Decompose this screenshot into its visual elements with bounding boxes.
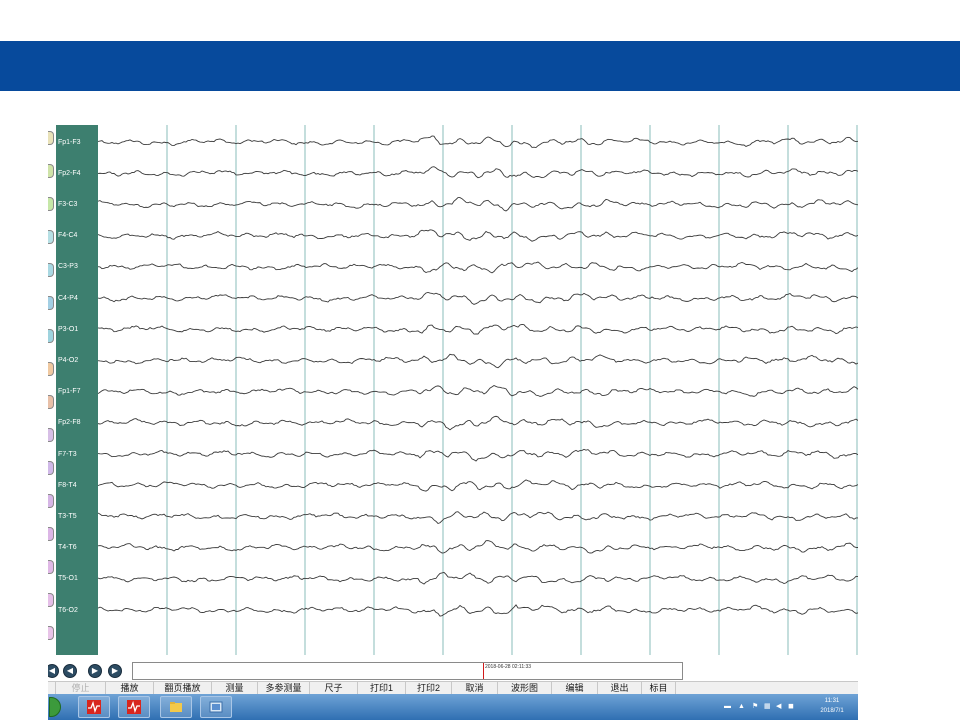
keyboard-icon[interactable]: ▬ xyxy=(724,703,731,710)
channel-color-tab[interactable] xyxy=(48,131,54,145)
next-page-icon: ▶ xyxy=(91,666,99,675)
channel-color-tab[interactable] xyxy=(48,593,54,607)
channel-label: T5-O1 xyxy=(58,575,78,583)
network-icon[interactable]: ▦ xyxy=(764,703,771,710)
eeg-channel-trace xyxy=(98,448,858,462)
channel-color-tab[interactable] xyxy=(48,395,54,409)
channel-label: P4-O2 xyxy=(58,356,79,364)
last-page-button[interactable]: ▶ xyxy=(108,664,122,678)
channel-label: F3-C3 xyxy=(58,200,78,208)
channel-label: Fp2-F4 xyxy=(58,169,81,177)
channel-label: C3-P3 xyxy=(58,263,78,271)
show-hidden-icons-icon[interactable]: ▲ xyxy=(738,703,745,710)
channel-color-tab[interactable] xyxy=(48,296,54,310)
eeg-viewer-window: Fp1-F3 Fp2-F4 F3-C3 F4-C4 C3-P3 C4-P4 P3-O1 P4-… xyxy=(48,125,858,720)
tray-date: 2018/7/1 xyxy=(820,708,844,714)
eeg-app-icon xyxy=(87,700,101,714)
taskbar-item-window[interactable] xyxy=(200,696,232,718)
first-page-button[interactable]: ◀ xyxy=(48,664,59,678)
eeg-channel-trace xyxy=(98,540,858,554)
action-center-icon[interactable]: ◼ xyxy=(788,703,794,710)
channel-color-tab[interactable] xyxy=(48,362,54,376)
channel-color-tab[interactable] xyxy=(48,263,54,277)
channel-tabs xyxy=(48,131,54,661)
next-page-button[interactable]: ▶ xyxy=(88,664,102,678)
channel-label: T3-T5 xyxy=(58,512,77,520)
start-button[interactable] xyxy=(49,697,61,717)
channel-label: Fp1-F3 xyxy=(58,138,81,146)
cursor-timestamp: 2018-06-28 02:11:33 xyxy=(485,664,532,670)
last-page-icon: ▶ xyxy=(111,666,119,675)
folder-icon xyxy=(170,702,182,712)
eeg-app-icon xyxy=(127,700,141,714)
channel-label: Fp2-F8 xyxy=(58,419,81,427)
eeg-channel-trace xyxy=(98,479,858,492)
eeg-channel-trace xyxy=(98,415,858,431)
channel-color-tab[interactable] xyxy=(48,461,54,475)
volume-icon[interactable]: ◀ xyxy=(776,703,781,710)
channel-label: T6-O2 xyxy=(58,606,78,614)
channel-label: P3-O1 xyxy=(58,325,79,333)
channel-label-column: Fp1-F3 Fp2-F4 F3-C3 F4-C4 C3-P3 C4-P4 P3-O1 P4-… xyxy=(56,125,98,655)
taskbar-item-eeg-app-1[interactable] xyxy=(78,696,110,718)
previous-page-icon: ◀ xyxy=(66,666,74,675)
channel-color-tab[interactable] xyxy=(48,197,54,211)
eeg-channel-trace xyxy=(98,384,858,397)
channel-label: F8-T4 xyxy=(58,481,77,489)
channel-label: C4-P4 xyxy=(58,294,78,302)
channel-color-tab[interactable] xyxy=(48,527,54,541)
channel-label: F4-C4 xyxy=(58,232,78,240)
channel-color-tab[interactable] xyxy=(48,329,54,343)
eeg-channel-trace xyxy=(98,353,858,369)
eeg-channel-trace xyxy=(98,229,858,242)
eeg-channel-trace xyxy=(98,197,858,212)
eeg-channel-trace xyxy=(98,604,858,617)
eeg-channel-trace xyxy=(98,135,858,149)
channel-color-tab[interactable] xyxy=(48,230,54,244)
tray-clock[interactable]: 11:31 2018/7/1 xyxy=(810,696,854,716)
channel-color-tab[interactable] xyxy=(48,626,54,640)
command-toolbar: 停止 播放 翻页播放 测量 多参测量 尺子 打印1 打印2 取消 波形图 编辑 … xyxy=(48,681,858,695)
channel-label: F7-T3 xyxy=(58,450,77,458)
eeg-channel-trace xyxy=(98,261,858,274)
channel-label: Fp1-F7 xyxy=(58,388,81,396)
eeg-channel-trace xyxy=(98,324,858,335)
timeline-cursor[interactable] xyxy=(483,663,484,679)
window-icon xyxy=(209,701,223,713)
eeg-channel-trace xyxy=(98,166,858,179)
tray-time: 11:31 xyxy=(824,698,840,704)
previous-page-button[interactable]: ◀ xyxy=(63,664,77,678)
channel-color-tab[interactable] xyxy=(48,494,54,508)
flag-icon[interactable]: ⚑ xyxy=(752,703,758,710)
taskbar-item-eeg-app-2[interactable] xyxy=(118,696,150,718)
channel-color-tab[interactable] xyxy=(48,428,54,442)
eeg-trace-canvas xyxy=(98,125,858,655)
first-page-icon: ◀ xyxy=(48,666,56,675)
eeg-trace-area[interactable] xyxy=(98,125,858,655)
eeg-channel-trace xyxy=(98,291,858,305)
taskbar-item-file-explorer[interactable] xyxy=(160,696,192,718)
eeg-channel-trace xyxy=(98,511,858,525)
channel-color-tab[interactable] xyxy=(48,164,54,178)
channel-color-tab[interactable] xyxy=(48,560,54,574)
channel-label: T4-T6 xyxy=(58,544,77,552)
timeline-scrubber[interactable]: 2018-06-28 02:11:33 xyxy=(132,662,683,680)
windows-taskbar: ▬ ▲ ⚑ ▦ ◀ ◼ 11:31 2018/7/1 xyxy=(48,694,858,720)
title-banner xyxy=(0,41,960,91)
eeg-channel-trace xyxy=(98,571,858,585)
